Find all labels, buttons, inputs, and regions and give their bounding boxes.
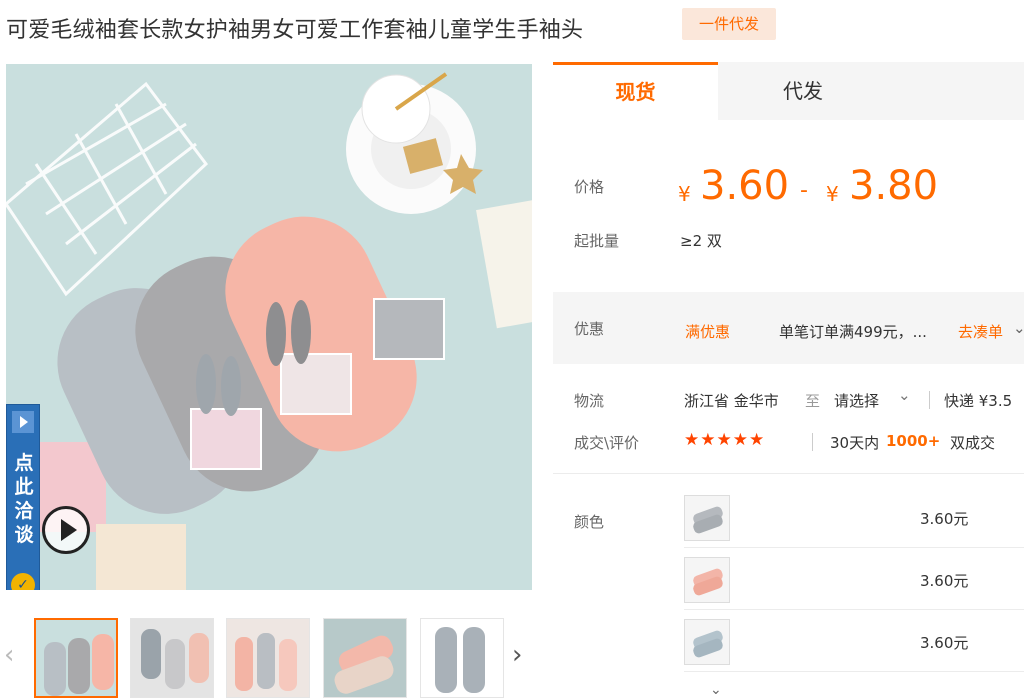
- thumbnail-image: [36, 620, 116, 696]
- thumbnail-image: [131, 619, 213, 697]
- swatch-image: [685, 558, 729, 602]
- product-title: 可爱毛绒袖套长款女护袖男女可爱工作套袖儿童学生手袖头: [6, 18, 584, 43]
- currency-symbol: ¥: [678, 182, 691, 206]
- color-swatch[interactable]: [684, 619, 730, 665]
- divider: [812, 433, 813, 451]
- thumbnail-prev-icon[interactable]: ‹: [4, 640, 20, 670]
- thumbnail-image: [324, 619, 406, 697]
- price-min: 3.60: [700, 163, 790, 209]
- price-label: 价格: [574, 178, 605, 196]
- shipping-fee: 快递 ¥3.5: [944, 392, 1013, 410]
- color-swatch[interactable]: [684, 495, 730, 541]
- promo-text: 单笔订单满499元，...: [779, 323, 927, 341]
- title-row: 可爱毛绒袖套长款女护袖男女可爱工作套袖儿童学生手袖头 一件代发: [0, 0, 1024, 56]
- swatch-image: [685, 620, 729, 664]
- sales-unit: 双成交: [950, 434, 996, 452]
- expand-arrow-icon[interactable]: [12, 411, 34, 433]
- color-option-row[interactable]: 3.60元: [684, 610, 1024, 672]
- tab-spot[interactable]: 现货: [553, 62, 718, 120]
- destination-select[interactable]: 请选择: [834, 390, 879, 411]
- chevron-down-icon[interactable]: ⌄: [710, 682, 722, 698]
- thumbnail-next-icon[interactable]: ›: [512, 640, 528, 670]
- section-divider: [553, 473, 1024, 474]
- sales-period: 30天内: [830, 434, 880, 452]
- variant-price: 3.60元: [920, 510, 969, 528]
- thumbnail-4[interactable]: [323, 618, 407, 698]
- chevron-down-icon[interactable]: ⌄: [1013, 319, 1024, 337]
- reviews-label: 成交\评价: [574, 434, 640, 452]
- currency-symbol: ¥: [826, 182, 839, 206]
- promotion-panel: 优惠 满优惠 单笔订单满499元，... 去凑单 ⌄: [553, 292, 1024, 364]
- color-label: 颜色: [574, 513, 605, 531]
- promo-label: 优惠: [574, 320, 605, 338]
- price-dash: -: [800, 178, 808, 203]
- thumbnail-image: [227, 619, 309, 697]
- promo-link[interactable]: 去凑单: [958, 321, 1003, 342]
- to-label: 至: [805, 392, 821, 410]
- moq-label: 起批量: [574, 232, 620, 250]
- thumbnail-image: [421, 619, 503, 697]
- star-rating: ★★★★★: [684, 430, 766, 450]
- play-icon[interactable]: [42, 506, 90, 554]
- variant-price: 3.60元: [920, 572, 969, 590]
- variant-price: 3.60元: [920, 634, 969, 652]
- logistics-label: 物流: [574, 392, 605, 410]
- color-swatch[interactable]: [684, 557, 730, 603]
- chat-tab[interactable]: 点此洽谈 ✓: [6, 404, 40, 590]
- sales-count: 1000+: [886, 432, 941, 450]
- thumbnail-2[interactable]: [130, 618, 214, 698]
- product-photo: [6, 64, 532, 590]
- moq-value: ≥2 双: [680, 232, 722, 250]
- shield-icon: ✓: [11, 573, 35, 590]
- price-max: 3.80: [849, 163, 939, 209]
- thumbnail-5[interactable]: [420, 618, 504, 698]
- chat-label: 点此洽谈: [14, 452, 34, 546]
- shipping-origin: 浙江省 金华市: [684, 392, 779, 410]
- dropship-badge[interactable]: 一件代发: [682, 8, 776, 40]
- chevron-down-icon[interactable]: ⌄: [898, 386, 911, 404]
- tab-dropship[interactable]: 代发: [718, 62, 888, 120]
- color-option-row[interactable]: 3.60元: [684, 486, 1024, 548]
- thumbnail-1[interactable]: [34, 618, 118, 698]
- color-option-row[interactable]: 3.60元: [684, 548, 1024, 610]
- thumbnail-3[interactable]: [226, 618, 310, 698]
- divider: [929, 391, 930, 409]
- purchase-mode-tabs: 现货 代发: [553, 62, 1024, 120]
- main-product-image[interactable]: 点此洽谈 ✓: [6, 64, 532, 590]
- promo-tag: 满优惠: [685, 323, 731, 341]
- swatch-image: [685, 496, 729, 540]
